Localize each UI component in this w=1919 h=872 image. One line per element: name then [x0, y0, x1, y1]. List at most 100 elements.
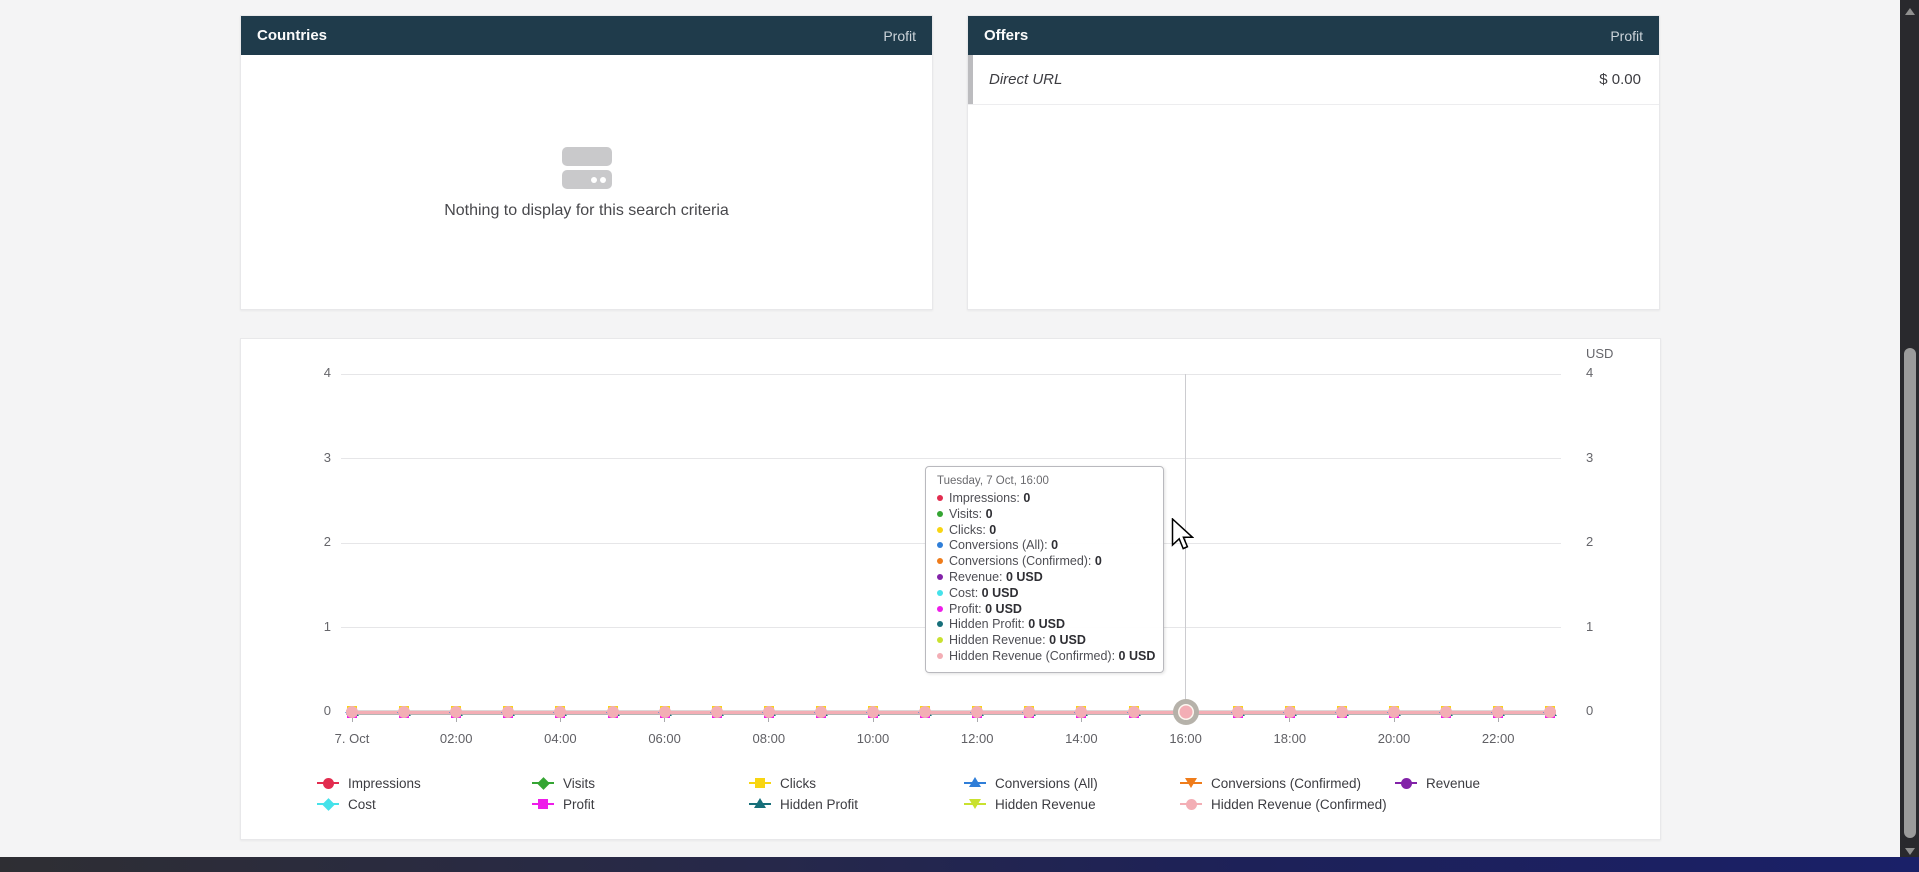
tooltip-value: 0 USD — [1028, 617, 1065, 631]
chart-marker[interactable] — [1127, 705, 1141, 719]
chart-marker[interactable] — [1022, 705, 1036, 719]
offer-row-direct-url[interactable]: Direct URL $ 0.00 — [968, 55, 1659, 105]
x-axis-label: 16:00 — [1144, 731, 1228, 746]
arrow-down-icon — [1905, 848, 1915, 855]
legend-item-profit[interactable]: Profit — [532, 794, 595, 814]
legend-label: Conversions (All) — [995, 776, 1098, 791]
legend-item-impressions[interactable]: Impressions — [317, 773, 421, 793]
countries-empty-text: Nothing to display for this search crite… — [444, 202, 729, 220]
tooltip-value: 0 — [1095, 554, 1102, 568]
tooltip-bullet — [937, 558, 943, 564]
tooltip-row: Profit: 0 USD — [937, 602, 1152, 618]
chart-marker[interactable] — [762, 705, 776, 719]
legend-marker — [1395, 776, 1417, 790]
chart-marker[interactable] — [501, 705, 515, 719]
tooltip-row: Hidden Revenue: 0 USD — [937, 633, 1152, 649]
chart-marker[interactable] — [918, 705, 932, 719]
legend-marker — [1180, 776, 1202, 790]
legend-marker — [532, 797, 554, 811]
legend-marker — [749, 797, 771, 811]
chart-marker[interactable] — [970, 705, 984, 719]
tooltip-value: 0 USD — [985, 602, 1022, 616]
chart-marker[interactable] — [1335, 705, 1349, 719]
countries-panel-title: Countries — [257, 27, 327, 44]
offers-metric-label: Profit — [1610, 28, 1643, 44]
chart-marker[interactable] — [1074, 705, 1088, 719]
legend-item-hidden-revenue[interactable]: Hidden Revenue — [964, 794, 1096, 814]
hover-halo[interactable] — [1173, 699, 1199, 725]
legend-item-conversions-confirmed[interactable]: Conversions (Confirmed) — [1180, 773, 1361, 793]
x-axis-label: 12:00 — [935, 731, 1019, 746]
chart-marker[interactable] — [397, 705, 411, 719]
scrollbar-up-button[interactable] — [1900, 3, 1919, 19]
x-axis-label: 10:00 — [831, 731, 915, 746]
legend-item-hidden-revenue-confirmed[interactable]: Hidden Revenue (Confirmed) — [1180, 794, 1387, 814]
offers-panel-header: Offers Profit — [968, 16, 1659, 55]
legend-marker — [964, 797, 986, 811]
legend-label: Revenue — [1426, 776, 1480, 791]
chart-panel: USD Tuesday, 7 Oct, 16:00 Impressions: 0… — [240, 338, 1661, 840]
legend-marker — [749, 776, 771, 790]
legend-marker — [317, 797, 339, 811]
legend-marker — [317, 776, 339, 790]
chart-marker[interactable] — [814, 705, 828, 719]
tooltip-bullet — [937, 527, 943, 533]
tooltip-row: Hidden Revenue (Confirmed): 0 USD — [937, 649, 1152, 665]
tooltip-bullet — [937, 637, 943, 643]
y-axis-label-left: 4 — [273, 365, 331, 380]
countries-metric-label: Profit — [883, 28, 916, 44]
tooltip-label: Hidden Profit: — [949, 617, 1028, 631]
chart-marker[interactable] — [866, 705, 880, 719]
tooltip-label: Profit: — [949, 602, 985, 616]
chart-marker[interactable] — [1439, 705, 1453, 719]
offers-panel: Offers Profit Direct URL $ 0.00 — [967, 15, 1660, 310]
legend-label: Impressions — [348, 776, 421, 791]
chart-marker[interactable] — [1283, 705, 1297, 719]
x-axis-label: 22:00 — [1456, 731, 1540, 746]
chart-marker[interactable] — [1231, 705, 1245, 719]
arrow-up-icon — [1905, 8, 1915, 15]
vertical-scrollbar[interactable] — [1900, 0, 1919, 872]
x-axis-label: 14:00 — [1039, 731, 1123, 746]
chart-marker[interactable] — [1387, 705, 1401, 719]
chart-marker[interactable] — [710, 705, 724, 719]
legend-item-cost[interactable]: Cost — [317, 794, 376, 814]
y-axis-label-left: 0 — [273, 703, 331, 718]
chart-plot-area: USD Tuesday, 7 Oct, 16:00 Impressions: 0… — [241, 339, 1660, 839]
legend-label: Visits — [563, 776, 595, 791]
offers-panel-title: Offers — [984, 27, 1028, 44]
chart-marker[interactable] — [658, 705, 672, 719]
chart-marker-hovered[interactable] — [1179, 706, 1192, 719]
legend-label: Cost — [348, 797, 376, 812]
tooltip-bullet — [937, 653, 943, 659]
y-axis-label-right: 2 — [1586, 534, 1644, 549]
tooltip-label: Visits: — [949, 507, 986, 521]
chart-marker[interactable] — [345, 705, 359, 719]
y-axis-label-right: 3 — [1586, 450, 1644, 465]
legend-item-hidden-profit[interactable]: Hidden Profit — [749, 794, 858, 814]
tooltip-value: 0 USD — [1006, 570, 1043, 584]
legend-item-clicks[interactable]: Clicks — [749, 773, 816, 793]
tooltip-row: Clicks: 0 — [937, 523, 1152, 539]
legend-item-conversions-all[interactable]: Conversions (All) — [964, 773, 1098, 793]
tooltip-row: Cost: 0 USD — [937, 586, 1152, 602]
tooltip-label: Impressions: — [949, 491, 1023, 505]
scrollbar-thumb[interactable] — [1904, 348, 1916, 838]
tooltip-label: Hidden Revenue: — [949, 633, 1049, 647]
chart-marker[interactable] — [606, 705, 620, 719]
empty-card-icon — [562, 147, 612, 191]
tooltip-bullet — [937, 495, 943, 501]
chart-marker[interactable] — [553, 705, 567, 719]
chart-marker[interactable] — [1543, 705, 1557, 719]
legend-marker — [964, 776, 986, 790]
legend-label: Clicks — [780, 776, 816, 791]
chart-marker[interactable] — [449, 705, 463, 719]
y-axis-label-right: 1 — [1586, 619, 1644, 634]
legend-item-visits[interactable]: Visits — [532, 773, 595, 793]
legend-item-revenue[interactable]: Revenue — [1395, 773, 1480, 793]
chart-marker[interactable] — [1491, 705, 1505, 719]
offer-name: Direct URL — [989, 71, 1062, 88]
tooltip-label: Conversions (All): — [949, 538, 1051, 552]
y-axis-label-left: 2 — [273, 534, 331, 549]
page-bottom-bar — [0, 857, 1919, 872]
